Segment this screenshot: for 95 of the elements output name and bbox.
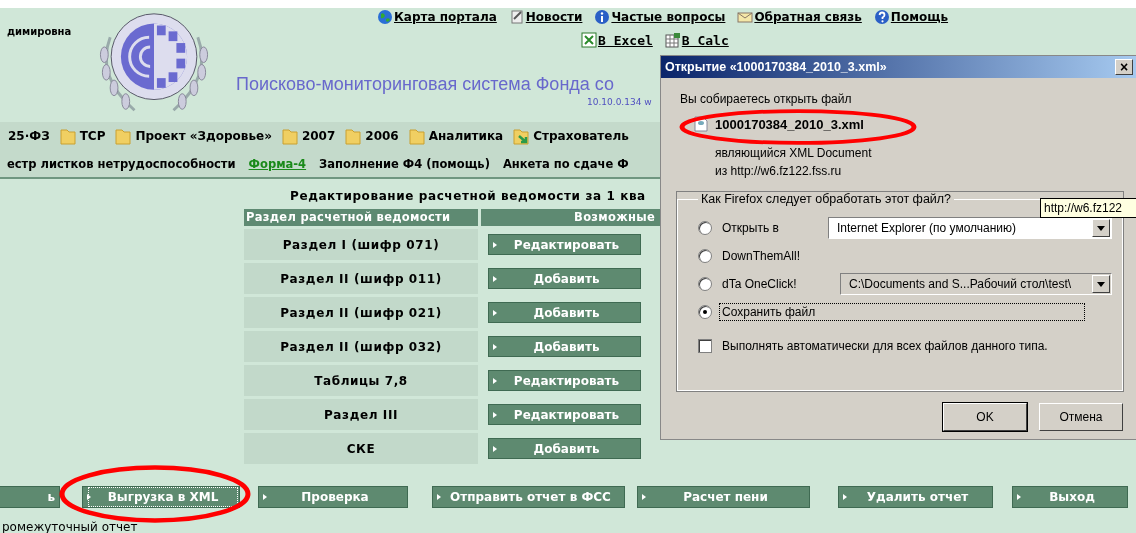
help-icon	[873, 9, 890, 25]
action-button[interactable]: ь	[0, 486, 60, 508]
export-link[interactable]: В Calc	[664, 32, 729, 48]
triangle-icon	[843, 494, 847, 500]
triangle-icon	[642, 494, 646, 500]
option-label: dTa OneClick!	[721, 276, 798, 292]
checkbox[interactable]	[698, 339, 712, 353]
triangle-icon	[87, 494, 91, 500]
triangle-icon	[493, 309, 497, 316]
file-source: из http://w6.fz122.fss.ru	[714, 164, 843, 178]
app-select[interactable]: C:\Documents and S...Рабочий стол\test\	[840, 273, 1112, 295]
table-cell: Таблицы 7,8	[244, 365, 478, 396]
row-action-button[interactable]: Редактировать	[488, 404, 641, 425]
table-cell: СКЕ	[244, 433, 478, 464]
dropdown-arrow-icon	[1097, 281, 1105, 287]
action-button[interactable]: Выгрузка в XML	[82, 486, 240, 508]
menu-link[interactable]: Анкета по сдаче Ф	[502, 156, 629, 171]
radio-button[interactable]	[698, 249, 712, 263]
file-name: 1000170384_2010_3.xml	[715, 116, 864, 132]
action-button[interactable]: Проверка	[258, 486, 408, 508]
option-label: DownThemAll!	[721, 248, 802, 264]
menu-link[interactable]: естр листков нетрудоспособности	[7, 156, 236, 171]
table-cell: Раздел II (шифр 032)	[244, 331, 478, 362]
globe-icon	[377, 9, 393, 25]
page-heading: Редактирование расчетной ведомости за 1 ква	[290, 189, 646, 203]
nav-link[interactable]: Карта портала	[377, 8, 497, 26]
triangle-icon	[493, 411, 497, 418]
action-button[interactable]: Отправить отчет в ФСС	[432, 486, 625, 508]
nav-link[interactable]: Новости	[508, 8, 583, 26]
export-link[interactable]: В Excel	[581, 32, 653, 48]
menu-link[interactable]: Заполнение Ф4 (помощь)	[319, 156, 490, 171]
triangle-icon	[263, 494, 267, 500]
report-note: ромежуточный отчет	[1, 520, 139, 533]
action-button[interactable]: Расчет пени	[637, 486, 810, 508]
notepad-icon	[508, 9, 525, 25]
checkbox-label: Выполнять автоматически для всех файлов данного типа.	[721, 338, 1049, 354]
triangle-icon	[493, 275, 497, 282]
triangle-icon	[493, 377, 497, 384]
tooltip: http://w6.fz122	[1040, 198, 1136, 218]
nav-link[interactable]: Помощь	[873, 8, 949, 26]
row-action-button[interactable]: Добавить	[488, 302, 641, 323]
column-header: Раздел расчетной ведомости	[244, 209, 478, 226]
option-label: Открыть в	[721, 220, 780, 236]
menu-item[interactable]: ТСР	[59, 127, 106, 145]
file-type: являющийся XML Document	[714, 146, 873, 160]
menu-item[interactable]: 25·ФЗ	[8, 129, 50, 143]
table-cell: Раздел III	[244, 399, 478, 430]
info-icon	[594, 9, 611, 25]
group-label: Как Firefox следует обработать этот файл?	[700, 192, 953, 206]
system-title: Поисково-мониторинговая система Фонда со	[235, 74, 615, 95]
action-button[interactable]: Выход	[1012, 486, 1128, 508]
row-action-button[interactable]: Редактировать	[488, 234, 641, 255]
table-cell: Раздел II (шифр 021)	[244, 297, 478, 328]
action-button[interactable]: Удалить отчет	[838, 486, 993, 508]
folder-icon	[115, 127, 132, 145]
app-select[interactable]: Internet Explorer (по умолчанию)	[828, 217, 1112, 239]
row-action-button[interactable]: Добавить	[488, 438, 641, 459]
table-cell: Раздел II (шифр 011)	[244, 263, 478, 294]
ok-button[interactable]: OK	[943, 403, 1027, 431]
row-action-button[interactable]: Редактировать	[488, 370, 641, 391]
envelope-icon	[737, 9, 754, 25]
menu-item[interactable]: Проект «Здоровье»	[115, 127, 272, 145]
triangle-icon	[1017, 494, 1021, 500]
server-address: 10.10.0.134 w	[587, 97, 652, 107]
triangle-icon	[493, 241, 497, 248]
table-cell: Раздел I (шифр 071)	[244, 229, 478, 260]
folder-icon	[408, 127, 425, 145]
triangle-icon	[437, 494, 441, 500]
dialog-text: Вы собираетесь открыть файл	[680, 92, 853, 106]
nav-link[interactable]: Обратная связь	[737, 8, 862, 26]
dropdown-arrow-icon	[1097, 225, 1105, 231]
dialog-title: Открытие «1000170384_2010_3.xml»	[665, 60, 887, 74]
folder-icon	[59, 127, 76, 145]
folder-icon	[281, 127, 298, 145]
radio-button[interactable]	[698, 277, 712, 291]
column-header: Возможные	[481, 209, 663, 226]
menu-item[interactable]: Страхователь	[513, 127, 629, 145]
radio-button[interactable]	[698, 221, 712, 235]
row-action-button[interactable]: Добавить	[488, 268, 641, 289]
user-name: димировна	[6, 25, 73, 39]
table-icon	[664, 32, 681, 48]
option-label: Сохранить файл	[720, 304, 1084, 320]
triangle-icon	[493, 445, 497, 452]
spreadsheet-icon	[581, 32, 597, 48]
nav-link[interactable]: Частые вопросы	[594, 8, 726, 26]
triangle-icon	[493, 343, 497, 350]
folder-icon	[345, 127, 362, 145]
menu-item[interactable]: 2007	[281, 127, 336, 145]
menu-item[interactable]: Аналитика	[408, 127, 504, 145]
cancel-button[interactable]: Отмена	[1039, 403, 1123, 431]
folder-arrow-icon	[513, 127, 530, 145]
menu-item[interactable]: 2006	[345, 127, 399, 145]
radio-button[interactable]	[698, 305, 712, 319]
row-action-button[interactable]: Добавить	[488, 336, 641, 357]
close-button[interactable]: ×	[1115, 59, 1133, 75]
